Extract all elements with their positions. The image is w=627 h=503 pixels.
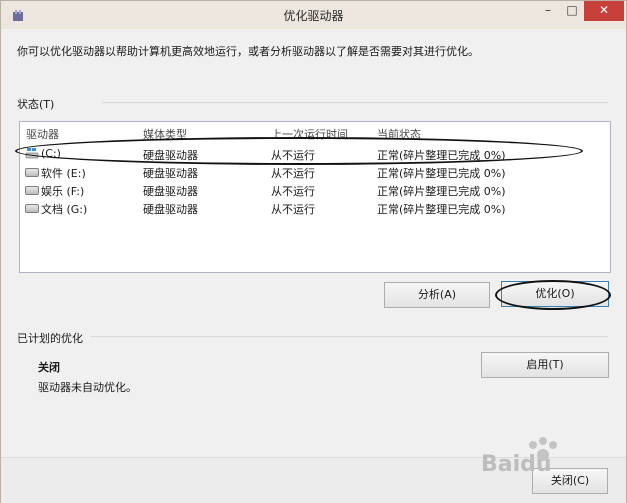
hard-drive-icon <box>25 186 39 195</box>
description-text: 你可以优化驱动器以帮助计算机更高效地运行，或者分析驱动器以了解是否需要对其进行优… <box>17 45 479 58</box>
last-run: 从不运行 <box>271 167 315 180</box>
highlight-ellipse-c-drive <box>15 137 583 165</box>
hard-drive-icon <box>25 204 39 213</box>
current-status: 正常(碎片整理已完成 0%) <box>377 167 506 180</box>
drive-name: 文档 (G:) <box>41 203 88 216</box>
dialog-content: 你可以优化驱动器以帮助计算机更高效地运行，或者分析驱动器以了解是否需要对其进行优… <box>1 29 626 457</box>
status-divider <box>103 102 608 103</box>
last-run: 从不运行 <box>271 203 315 216</box>
scheduled-detail: 驱动器未自动优化。 <box>38 381 137 394</box>
last-run: 从不运行 <box>271 185 315 198</box>
baidu-watermark: Baidu <box>471 431 621 491</box>
media-type: 硬盘驱动器 <box>143 185 198 198</box>
optimize-drives-window: 优化驱动器 – □ ✕ 你可以优化驱动器以帮助计算机更高效地运行，或者分析驱动器… <box>0 0 627 503</box>
highlight-ellipse-optimize <box>495 280 611 310</box>
enable-button[interactable]: 启用(T) <box>481 352 609 378</box>
current-status: 正常(碎片整理已完成 0%) <box>377 203 506 216</box>
analyze-button[interactable]: 分析(A) <box>384 282 490 308</box>
maximize-button[interactable]: □ <box>561 1 583 21</box>
scheduled-divider <box>91 336 608 337</box>
minimize-button[interactable]: – <box>537 1 559 21</box>
media-type: 硬盘驱动器 <box>143 203 198 216</box>
scheduled-group-label: 已计划的优化 <box>17 332 83 345</box>
close-window-button[interactable]: ✕ <box>584 1 624 21</box>
drive-row[interactable]: 娱乐 (F:) 硬盘驱动器 从不运行 正常(碎片整理已完成 0%) <box>20 181 610 199</box>
window-title: 优化驱动器 <box>283 9 344 23</box>
scheduled-state: 关闭 <box>38 361 60 374</box>
current-status: 正常(碎片整理已完成 0%) <box>377 185 506 198</box>
media-type: 硬盘驱动器 <box>143 167 198 180</box>
title-bar[interactable]: 优化驱动器 – □ ✕ <box>1 1 626 29</box>
hard-drive-icon <box>25 168 39 177</box>
column-header-drive[interactable]: 驱动器 <box>26 126 59 142</box>
drive-name: 软件 (E:) <box>41 167 86 180</box>
drive-row[interactable]: 软件 (E:) 硬盘驱动器 从不运行 正常(碎片整理已完成 0%) <box>20 163 610 181</box>
drive-name: 娱乐 (F:) <box>41 185 85 198</box>
status-group-label: 状态(T) <box>17 98 55 111</box>
baidu-paw-logo: Baidu <box>481 437 557 477</box>
drive-row[interactable]: 文档 (G:) 硬盘驱动器 从不运行 正常(碎片整理已完成 0%) <box>20 199 610 217</box>
